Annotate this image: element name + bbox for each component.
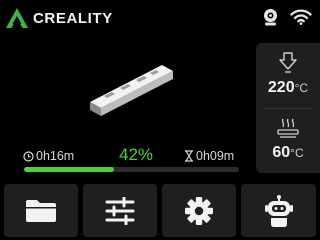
nozzle-icon <box>279 52 297 73</box>
heated-bed-icon <box>277 118 299 138</box>
progress-percent: 42% <box>119 145 154 164</box>
settings-button[interactable] <box>162 184 236 237</box>
remaining-time: 0h09m <box>184 149 234 163</box>
bed-temperature: 60°C <box>256 144 320 162</box>
clock-icon <box>23 150 34 162</box>
elapsed-time-value: 0h16m <box>36 149 75 163</box>
nozzle-temperature: 220°C <box>256 79 320 97</box>
progress-bar-fill <box>24 167 115 172</box>
temperature-divider <box>264 108 312 109</box>
brand-name: CREALITY <box>33 10 113 27</box>
creality-logo-icon <box>6 8 28 28</box>
nozzle-temp-value: 220 <box>267 79 295 96</box>
elapsed-time: 0h16m <box>23 149 74 163</box>
hourglass-icon <box>185 150 193 162</box>
controls-button[interactable] <box>83 184 157 237</box>
bed-temp-value: 60 <box>272 144 291 161</box>
sliders-icon <box>105 196 135 225</box>
model-preview <box>90 65 173 116</box>
progress-bar <box>24 167 239 172</box>
assistant-button[interactable] <box>241 184 316 237</box>
robot-icon <box>264 194 293 227</box>
wifi-icon[interactable] <box>290 9 312 25</box>
bed-temp-unit: °C <box>290 146 304 160</box>
camera-icon[interactable] <box>262 8 279 27</box>
remaining-time-value: 0h09m <box>196 149 235 163</box>
nozzle-temp-unit: °C <box>294 81 309 95</box>
folder-icon <box>26 199 56 222</box>
gear-icon <box>185 196 213 225</box>
files-button[interactable] <box>4 184 78 237</box>
